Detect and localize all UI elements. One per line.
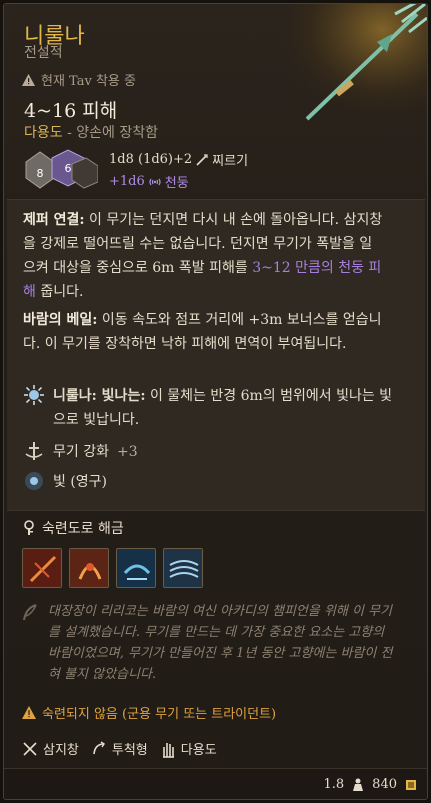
enchant-value: +3 xyxy=(116,444,138,460)
weight-icon xyxy=(353,778,364,791)
proficiency-warning: 숙련되지 않음 (군용 무기 또는 트라이던트) xyxy=(22,703,276,722)
light-effect: 빛 (영구) xyxy=(23,470,107,494)
damage-roll: 1d8 (1d6)+2 xyxy=(109,152,193,167)
zephyr-connection-description: 제퍼 연결: 이 무기는 던지면 다시 내 손에 돌아옵니다. 삼지창을 강제로… xyxy=(23,208,383,304)
property-label: 다용도 xyxy=(180,743,217,758)
piercing-icon xyxy=(196,153,208,166)
light-icon xyxy=(25,472,43,490)
weight-value: 1.8 xyxy=(323,777,345,792)
wind-veil-title: 바람의 베일: xyxy=(23,312,98,328)
skill-list xyxy=(22,548,203,588)
throw-icon xyxy=(93,740,105,754)
warning-text: 숙련되지 않음 (군용 무기 또는 트라이던트) xyxy=(42,707,277,722)
weapon-type-secondary: - 양손에 장착함 xyxy=(67,125,159,141)
skill-icon-4[interactable] xyxy=(163,548,203,588)
skill-icon-3[interactable] xyxy=(116,548,156,588)
flavor-text: 대장장이 리리코는 바람의 여신 아카디의 챔피언을 위해 이 무기를 설계했습… xyxy=(48,604,393,682)
weapon-enchant: 무기 강화 +3 xyxy=(23,440,138,464)
warning-icon xyxy=(22,73,35,86)
property-label: 투척형 xyxy=(111,743,148,758)
item-footer: 1.8 840 xyxy=(4,768,427,799)
property-thrown: 투척형 xyxy=(91,739,148,758)
thunder-icon xyxy=(149,178,161,185)
damage-range: 4~16 피해 xyxy=(24,100,118,122)
bonus-type: 천둥 xyxy=(164,176,189,191)
property-label: 삼지창 xyxy=(43,743,79,758)
property-versatile: 다용도 xyxy=(160,739,217,758)
lock-icon xyxy=(24,520,34,535)
zephyr-connection-title: 제퍼 연결: xyxy=(23,212,85,228)
weapon-properties: 삼지창 투척형 다용도 xyxy=(22,739,217,758)
footer-values: 1.8 840 xyxy=(323,777,417,792)
weapon-handling: 다용도 - 양손에 장착함 xyxy=(24,122,158,142)
light-label: 빛 (영구) xyxy=(53,474,108,490)
damage-roll-line: 1d8 (1d6)+2 찌르기 xyxy=(109,150,248,169)
glowing-title: 니룰나: 빛나는: xyxy=(53,388,146,404)
glowing-description: 니룰나: 빛나는: 이 물체는 반경 6m의 범위에서 빛나는 빛으로 빛납니다… xyxy=(23,384,403,432)
enchant-label: 무기 강화 xyxy=(53,444,109,460)
equipped-status: 현재 Tav 착용 중 xyxy=(22,70,136,89)
quill-icon xyxy=(23,604,37,621)
item-rarity: 전설적 xyxy=(24,45,63,61)
damage-type: 찌르기 xyxy=(212,154,249,169)
wind-veil-description: 바람의 베일: 이동 속도와 점프 거리에 +3m 보너스를 얻습니다. 이 무… xyxy=(23,308,383,356)
d8-value: 8 xyxy=(37,167,44,180)
warning-icon xyxy=(22,706,36,719)
skill-icon-2[interactable] xyxy=(69,548,109,588)
item-tooltip: 니룰나 전설적 현재 Tav 착용 중 4~16 피해 다용도 - 양손에 장착… xyxy=(3,3,428,800)
unlock-label: 숙련도로 해금 xyxy=(42,521,124,537)
trident-icon xyxy=(23,741,37,756)
gold-icon xyxy=(406,779,416,790)
skill-icon-1[interactable] xyxy=(22,548,62,588)
price-value: 840 xyxy=(372,777,397,792)
equipped-text: 현재 Tav 착용 중 xyxy=(41,74,136,89)
proficiency-unlock: 숙련도로 해금 xyxy=(22,518,124,538)
weapon-artwork xyxy=(277,4,427,134)
bonus-roll: +1d6 xyxy=(109,174,145,189)
description-panel: 제퍼 연결: 이 무기는 던지면 다시 내 손에 돌아옵니다. 삼지창을 강제로… xyxy=(7,199,425,511)
enchant-icon xyxy=(25,442,43,460)
zephyr-connection-text-2: 줍니다. xyxy=(35,284,84,300)
glow-icon xyxy=(24,385,44,405)
weapon-type-primary: 다용도 xyxy=(24,125,63,141)
property-trident: 삼지창 xyxy=(22,739,79,758)
hand-icon xyxy=(162,742,174,758)
d6-value: 6 xyxy=(65,162,72,175)
dice-icon: 8 6 xyxy=(25,149,98,189)
bonus-damage-line: +1d6 천둥 xyxy=(109,172,189,191)
